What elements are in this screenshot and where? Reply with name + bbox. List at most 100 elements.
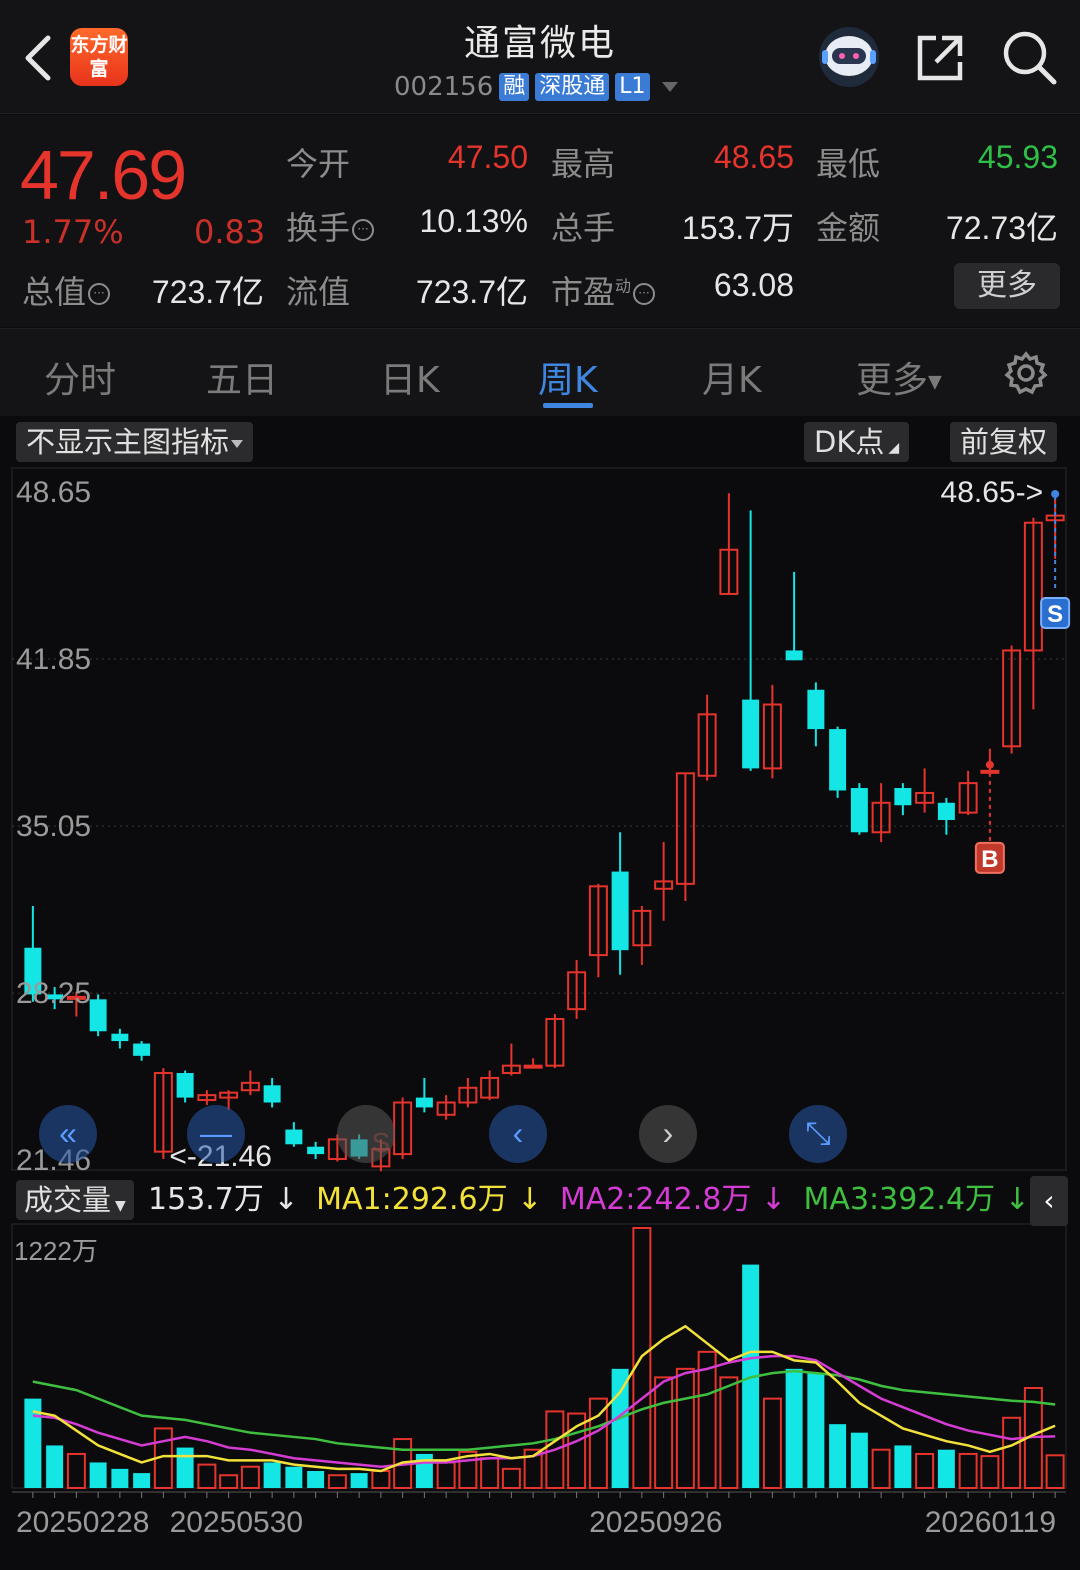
change-percent: 1.77% [22, 213, 124, 251]
nav-button-circle [337, 1105, 395, 1163]
volume-bar [327, 1474, 347, 1489]
info-icon[interactable]: ··· [352, 219, 375, 241]
volume-ma1: MA1:292.6万 ↓ [316, 1182, 543, 1217]
tab-five-day[interactable]: 五日 [206, 351, 278, 403]
volume-indicator-label: 成交量 [24, 1183, 112, 1217]
chart-nav-buttons: « — ‹ › ⤡ [39, 1105, 847, 1163]
candle-body [133, 1043, 151, 1056]
search-icon[interactable] [1000, 28, 1058, 86]
low-label: 最低 [816, 145, 881, 183]
volume-stats: 153.7万 ↓ MA1:292.6万 ↓ MA2:242.8万 ↓ MA3:3… [148, 1180, 1038, 1220]
nav-button-glyph: — [200, 1115, 232, 1151]
volume-bar [958, 1452, 978, 1489]
sell-signal-text: S [1047, 601, 1063, 628]
candle-body [850, 788, 868, 833]
candle-body [307, 1146, 325, 1155]
zoom-out-icon[interactable]: — [187, 1105, 245, 1163]
volume-bar [46, 1445, 64, 1488]
collapse-panel-button[interactable]: ‹ [1030, 1176, 1068, 1226]
volume-bar [762, 1397, 782, 1490]
tab-monthly-k[interactable]: 月K [702, 351, 762, 403]
info-icon[interactable]: ··· [633, 283, 656, 305]
volume-max-tick: 1222万 [14, 1236, 98, 1266]
max-price-marker: 48.65-> [941, 476, 1044, 509]
turnover-label[interactable]: 换手 ··· [286, 203, 375, 249]
chevron-down-icon[interactable] [661, 82, 678, 92]
volume-bar [675, 1367, 695, 1490]
market-cap-label[interactable]: 总值 ··· [22, 267, 111, 313]
price-tick-label: 48.65 [16, 476, 91, 509]
date-tick-label: 20250530 [170, 1506, 303, 1539]
candle-body [894, 788, 912, 806]
stock-code: 002156 [394, 72, 494, 102]
high-value: 48.65 [713, 139, 794, 175]
volume-bar [588, 1397, 608, 1490]
date-tick-label: 20250926 [589, 1506, 722, 1539]
info-icon[interactable]: ··· [88, 283, 111, 305]
scroll-start-icon[interactable]: « [39, 1105, 97, 1163]
candle-body [829, 729, 847, 791]
candlestick-chart[interactable]: BSS 48.6541.8535.0528.2521.4648.65-><-21… [0, 416, 1080, 1570]
volume-current: 153.7万 ↓ [148, 1182, 299, 1217]
open-label: 今开 [286, 145, 351, 183]
period-tabs: 分时 五日 日K 周K 月K 更多▼ [0, 328, 1080, 416]
fullscreen-icon[interactable]: ⤡ [789, 1105, 847, 1163]
candle-body [89, 999, 107, 1032]
volume-bar [240, 1465, 260, 1489]
turnover-value: 10.13% [419, 203, 528, 239]
more-button[interactable]: 更多 [954, 263, 1060, 309]
gear-icon[interactable] [1004, 351, 1048, 395]
robot-assistant-icon[interactable] [818, 26, 880, 88]
volume-bar [285, 1466, 303, 1488]
volume-bar [415, 1453, 433, 1488]
tab-more[interactable]: 更多▼ [856, 351, 942, 403]
volume-bar [915, 1452, 935, 1489]
candle-body [980, 769, 1000, 774]
volume-bar [697, 1350, 717, 1489]
volume-bar [937, 1449, 955, 1488]
candle-body [523, 1064, 543, 1069]
market-cap-value: 723.7亿 [151, 274, 264, 310]
float-cap-value: 723.7亿 [415, 274, 528, 310]
tab-weekly-k[interactable]: 周K [538, 351, 598, 403]
low-value: 45.93 [977, 139, 1058, 175]
top-bar: 东方财富 通富微电 002156 融 深股通 L1 [0, 0, 1080, 114]
volume-bar [197, 1463, 217, 1489]
scroll-left-icon[interactable]: ‹ [489, 1105, 547, 1163]
volume-bar [350, 1473, 368, 1488]
candle-body [937, 802, 955, 820]
amount-label: 金额 [816, 209, 881, 247]
pe-value: 63.08 [713, 267, 794, 303]
candle-body [415, 1097, 433, 1108]
nav-button-glyph: › [663, 1115, 674, 1151]
change-amount: 0.83 [194, 213, 266, 251]
date-tick-label: 20250228 [16, 1506, 149, 1539]
high-label: 最高 [551, 145, 616, 183]
candle-body [611, 871, 629, 951]
volume-ma2: MA2:242.8万 ↓ [559, 1182, 786, 1217]
zoom-in-icon[interactable] [337, 1105, 395, 1163]
active-tab-indicator [543, 403, 593, 408]
volume-bar [66, 1452, 86, 1489]
volume-bar [719, 1376, 739, 1489]
volume-bar [980, 1455, 1000, 1489]
tab-intraday[interactable]: 分时 [44, 351, 116, 403]
stock-code-row[interactable]: 002156 融 深股通 L1 [394, 72, 678, 102]
price-tick-label: 35.05 [16, 810, 91, 843]
volume-bar [263, 1462, 281, 1488]
kline-chart-area: 不显示主图指标 DK点◢ 前复权 BSS 48.6541.8535.0528.2… [0, 416, 1080, 1570]
volume-bar [1002, 1416, 1022, 1489]
share-icon[interactable] [912, 30, 968, 86]
scroll-right-icon[interactable]: › [639, 1105, 697, 1163]
candle-body [285, 1129, 303, 1145]
turnover-label-text: 换手 [286, 209, 351, 247]
volume-indicator-selector[interactable]: 成交量 ▼ [16, 1180, 134, 1220]
tab-daily-k[interactable]: 日K [380, 351, 440, 403]
margin-badge: 融 [499, 73, 530, 101]
tab-more-label: 更多 [856, 360, 929, 401]
volume-bar [176, 1447, 194, 1488]
open-value: 47.50 [447, 139, 528, 175]
price-tick-label: 28.25 [16, 977, 91, 1010]
pe-label[interactable]: 市盈动 ··· [551, 267, 656, 313]
date-axis: 20250228 20250530 20250926 20260119 [12, 1491, 1066, 1539]
